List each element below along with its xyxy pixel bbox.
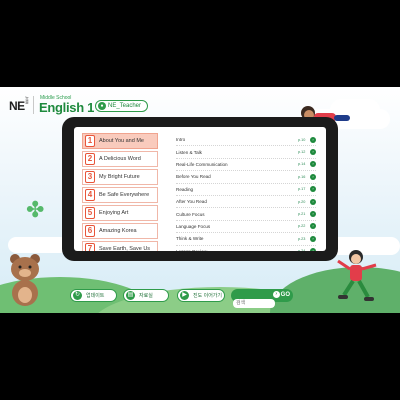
unit-label: A Delicious Word (99, 156, 141, 162)
search-input[interactable] (233, 298, 275, 308)
arrow-right-icon[interactable]: › (310, 186, 316, 193)
unit-item-4[interactable]: 4 Be Safe Everywhere (82, 187, 158, 203)
unit-item-3[interactable]: 3 My Bright Future (82, 169, 158, 185)
book-title: English 1 (39, 100, 95, 115)
arrow-right-icon[interactable]: › (310, 223, 316, 230)
arrow-right-icon[interactable]: › (310, 198, 316, 205)
header: NE 능률 Middle School English 1 ● NE_Teach… (0, 87, 400, 121)
unit-number: 6 (85, 225, 95, 237)
lesson-page: p.20 (298, 199, 306, 204)
user-icon: ● (98, 102, 106, 110)
lesson-page: p.22 (298, 224, 306, 229)
lesson-row[interactable]: Reading p.17 › (176, 184, 316, 196)
continue-label: 진도 이어가기 (193, 293, 222, 299)
tablet-frame: 1 About You and Me 2 A Delicious Word 3 My Br… (62, 117, 338, 261)
lesson-title: Culture Focus (176, 211, 205, 217)
user-chip[interactable]: ● NE_Teacher (95, 100, 149, 112)
unit-item-6[interactable]: 6 Amazing Korea (82, 223, 158, 239)
update-label: 업데이트 (86, 293, 105, 299)
unit-label: My Bright Future (99, 174, 140, 180)
user-name: NE_Teacher (108, 103, 142, 109)
unit-item-5[interactable]: 5 Enjoying Art (82, 205, 158, 221)
lesson-title: Lesson Review (176, 249, 298, 251)
lesson-title: Before You Read (176, 174, 211, 180)
lesson-title: Real-Life Communication (176, 161, 228, 167)
arrow-right-icon[interactable]: › (310, 235, 316, 242)
arrow-right-icon[interactable]: › (310, 149, 316, 156)
bookmark-icon: ▶ (180, 291, 189, 300)
unit-item-2[interactable]: 2 A Delicious Word (82, 151, 158, 167)
resources-label: 자료실 (139, 293, 153, 299)
lesson-page: p.14 (298, 162, 306, 167)
arrow-right-icon[interactable]: › (310, 161, 316, 168)
arrow-right-icon[interactable]: › (310, 136, 316, 143)
lesson-row[interactable]: Lesson Reviewp.24› (176, 246, 316, 251)
unit-label: Be Safe Everywhere (99, 192, 150, 198)
unit-number: 2 (85, 153, 95, 165)
main-stage: ✤ NE 능률 Middle School English 1 ● NE_Tea… (0, 87, 400, 313)
lesson-row[interactable]: Listen & Talk p.12 › (176, 146, 316, 159)
resources-button[interactable]: ▤ 자료실 (123, 289, 169, 302)
lesson-page: p.10 (298, 137, 306, 142)
lesson-row[interactable]: Culture Focus p.21 › (176, 208, 316, 221)
unit-label: Amazing Korea (99, 228, 137, 234)
unit-number: 1 (85, 135, 95, 147)
lesson-page: p.16 (298, 174, 306, 179)
lesson-page: p.23 (298, 236, 306, 241)
clover-icon: ✤ (26, 197, 45, 222)
lesson-page: p.12 (298, 150, 306, 155)
arrow-right-icon[interactable]: › (310, 248, 316, 251)
brand-logo: NE (9, 99, 25, 113)
unit-number: 7 (85, 243, 95, 251)
bottom-toolbar: ↻ 업데이트 ▤ 자료실 ▶ 진도 이어가기 › GO (0, 289, 400, 308)
unit-item-1[interactable]: 1 About You and Me (82, 133, 158, 149)
unit-number: 3 (85, 171, 95, 183)
lesson-page: p.24 (298, 249, 310, 251)
folder-icon: ▤ (126, 291, 135, 300)
continue-progress-button[interactable]: ▶ 진도 이어가기 (177, 289, 225, 302)
unit-label: About You and Me (99, 138, 144, 144)
lesson-row[interactable]: After You Read p.20 › (176, 196, 316, 209)
lesson-row[interactable]: Intro p.10 › (176, 134, 316, 147)
search-box: › GO (231, 289, 293, 308)
arrow-right-icon: › (272, 291, 280, 298)
lesson-list: Intro p.10 › Listen & Talk p.12 › Real-Life Co… (176, 134, 316, 251)
go-button[interactable]: › GO (272, 291, 290, 298)
lesson-title: Think & Write (176, 236, 204, 242)
arrow-right-icon[interactable]: › (310, 173, 316, 180)
lesson-title: Language Focus (176, 223, 211, 229)
go-label: GO (280, 291, 290, 298)
unit-number: 5 (85, 207, 95, 219)
lesson-row[interactable]: Before You Read p.16 › (176, 171, 316, 184)
brand-divider (33, 96, 34, 114)
lesson-page: p.17 (298, 187, 306, 192)
arrow-right-icon[interactable]: › (310, 211, 316, 218)
unit-number: 4 (85, 189, 95, 201)
lesson-title: After You Read (176, 199, 207, 205)
content-screen: 1 About You and Me 2 A Delicious Word 3 My Br… (74, 127, 326, 251)
update-button[interactable]: ↻ 업데이트 (70, 289, 117, 302)
lesson-row[interactable]: Think & Write p.23 › (176, 233, 316, 246)
refresh-icon: ↻ (73, 291, 82, 300)
lesson-row[interactable]: Language Focus p.22 › (176, 221, 316, 234)
lesson-page: p.21 (298, 212, 306, 217)
brand-subtext: 능률 (25, 96, 30, 104)
unit-list: 1 About You and Me 2 A Delicious Word 3 My Br… (82, 133, 158, 251)
lesson-row[interactable]: Real-Life Communication p.14 › (176, 159, 316, 172)
unit-item-7[interactable]: 7 Save Earth, Save Us (82, 241, 158, 251)
lesson-title: Listen & Talk (176, 149, 202, 155)
lesson-title: Intro (176, 137, 186, 143)
lesson-title: Reading (176, 186, 194, 192)
unit-label: Save Earth, Save Us (99, 246, 151, 251)
unit-label: Enjoying Art (99, 210, 129, 216)
